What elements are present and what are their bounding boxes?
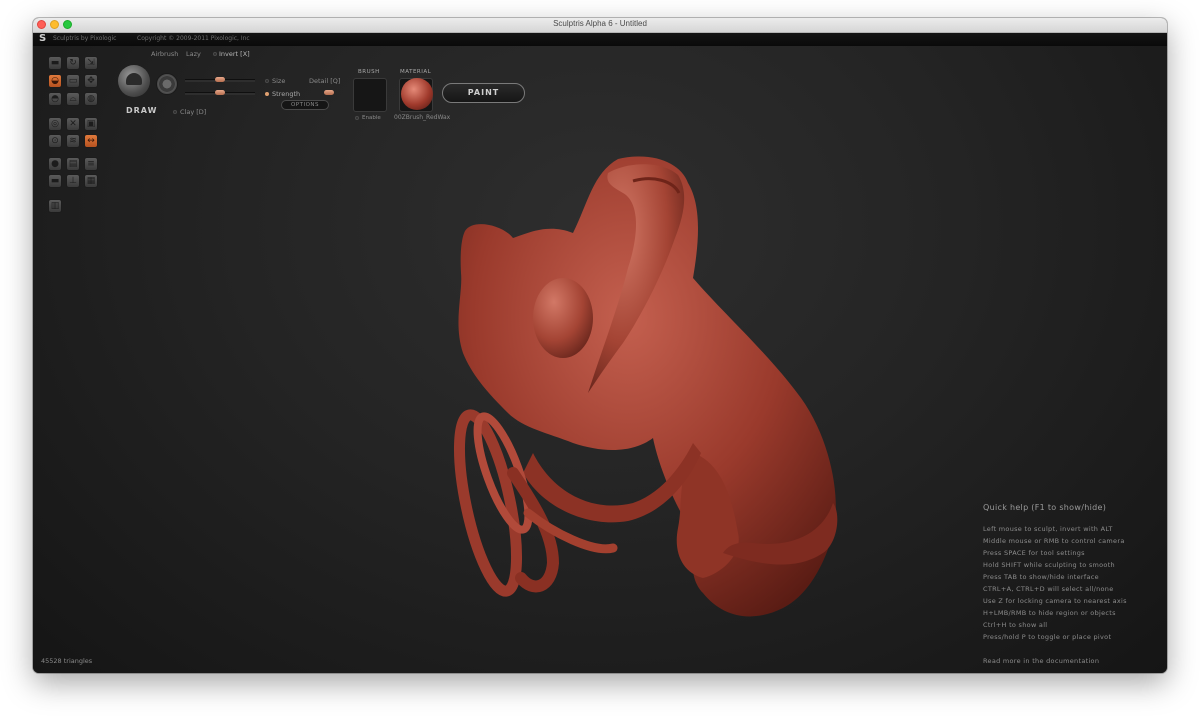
help-line: Press TAB to show/hide interface <box>983 573 1099 581</box>
plane-tool[interactable]: ⊥ <box>66 174 80 188</box>
brush-falloff-icon[interactable] <box>156 73 178 95</box>
material-preview-icon[interactable] <box>401 78 433 110</box>
subdivide-tool[interactable]: ● <box>48 157 62 171</box>
help-doc-link[interactable]: Read more in the documentation <box>983 655 1127 667</box>
lazy-label[interactable]: Lazy <box>186 50 201 58</box>
save-tool[interactable]: ▦ <box>84 174 98 188</box>
draw-dome-icon <box>126 73 142 85</box>
help-line: Press SPACE for tool settings <box>983 549 1085 557</box>
draw-tool[interactable]: ◒ <box>48 74 62 88</box>
grab-tool[interactable]: ✥ <box>84 74 98 88</box>
detail-label[interactable]: Detail [Q] <box>309 77 340 85</box>
paint-tool[interactable]: ▣ <box>84 117 98 131</box>
help-line: CTRL+A, CTRL+D will select all/none <box>983 585 1114 593</box>
symmetry-tool[interactable]: ⊙ <box>48 134 62 148</box>
paint-button[interactable]: PAINT <box>442 83 525 103</box>
rotate-tool[interactable]: ↻ <box>66 56 80 70</box>
wireframe-tool[interactable]: ≋ <box>66 134 80 148</box>
strength-slider-knob[interactable] <box>215 90 225 95</box>
window-title: Sculptris Alpha 6 - Untitled <box>553 19 647 28</box>
brush-mode-label: DRAW <box>126 106 158 115</box>
title-bar: Sculptris Alpha 6 - Untitled <box>33 18 1167 33</box>
help-lines: Left mouse to sculpt, invert with ALT Mid… <box>983 523 1127 643</box>
help-line: H+LMB/RMB to hide region or objects <box>983 609 1116 617</box>
sym-toggle-tool[interactable]: ↔ <box>84 134 98 148</box>
viewport[interactable]: S Sculptris by Pixologic Copyright © 200… <box>33 33 1167 673</box>
help-line: Hold SHIFT while sculpting to smooth <box>983 561 1115 569</box>
clay-label[interactable]: Clay [D] <box>180 108 206 116</box>
scale-tool[interactable]: ⇲ <box>84 56 98 70</box>
model-ring-1 <box>453 409 523 597</box>
quick-help: Quick help (F1 to show/hide) Left mouse … <box>983 503 1127 667</box>
size-slider-knob[interactable] <box>215 77 225 82</box>
strength-label[interactable]: Strength <box>272 90 300 98</box>
inflate-tool[interactable]: ◓ <box>48 92 62 106</box>
mask-tool[interactable]: ◎ <box>48 117 62 131</box>
smooth-tool[interactable]: ◍ <box>84 92 98 106</box>
invert-label[interactable]: Invert [X] <box>219 50 250 58</box>
pinch-tool[interactable]: ⌓ <box>66 92 80 106</box>
brush-texture-slot[interactable] <box>353 78 387 112</box>
flatten-tool[interactable]: ▭ <box>66 74 80 88</box>
model-nose <box>533 278 593 358</box>
brush-enable-radio[interactable] <box>355 116 359 120</box>
export-tool[interactable]: ≡ <box>84 157 98 171</box>
help-line: Press/hold P to toggle or place pivot <box>983 633 1112 641</box>
help-line: Left mouse to sculpt, invert with ALT <box>983 525 1113 533</box>
material-header: MATERIAL <box>400 69 432 75</box>
help-line: Middle mouse or RMB to control camera <box>983 537 1125 545</box>
size-label[interactable]: Size <box>272 77 285 85</box>
options-button[interactable]: OPTIONS <box>281 100 329 110</box>
detail-slider-knob[interactable] <box>324 90 334 95</box>
new-sphere-tool[interactable]: ▬ <box>48 174 62 188</box>
import-tool[interactable]: ▤ <box>66 157 80 171</box>
invert-radio[interactable] <box>213 52 217 56</box>
settings-tool[interactable]: ▥ <box>48 199 62 213</box>
brush-enable-label[interactable]: Enable <box>362 115 381 121</box>
brush-header: BRUSH <box>358 69 380 75</box>
airbrush-label[interactable]: Airbrush <box>151 50 178 58</box>
help-line: Use Z for locking camera to nearest axis <box>983 597 1127 605</box>
help-title: Quick help (F1 to show/hide) <box>983 503 1107 512</box>
clay-radio[interactable] <box>173 110 177 114</box>
size-radio[interactable] <box>265 79 269 83</box>
crease-tool[interactable]: ▬ <box>48 56 62 70</box>
strength-radio[interactable] <box>265 92 269 96</box>
help-line: Ctrl+H to show all <box>983 621 1048 629</box>
reduce-tool[interactable]: ✕ <box>66 117 80 131</box>
app-window: Sculptris Alpha 6 - Untitled S Sculptris… <box>33 18 1167 673</box>
material-name: 00ZBrush_RedWax <box>394 114 451 121</box>
triangle-count: 45528 triangles <box>41 657 93 665</box>
